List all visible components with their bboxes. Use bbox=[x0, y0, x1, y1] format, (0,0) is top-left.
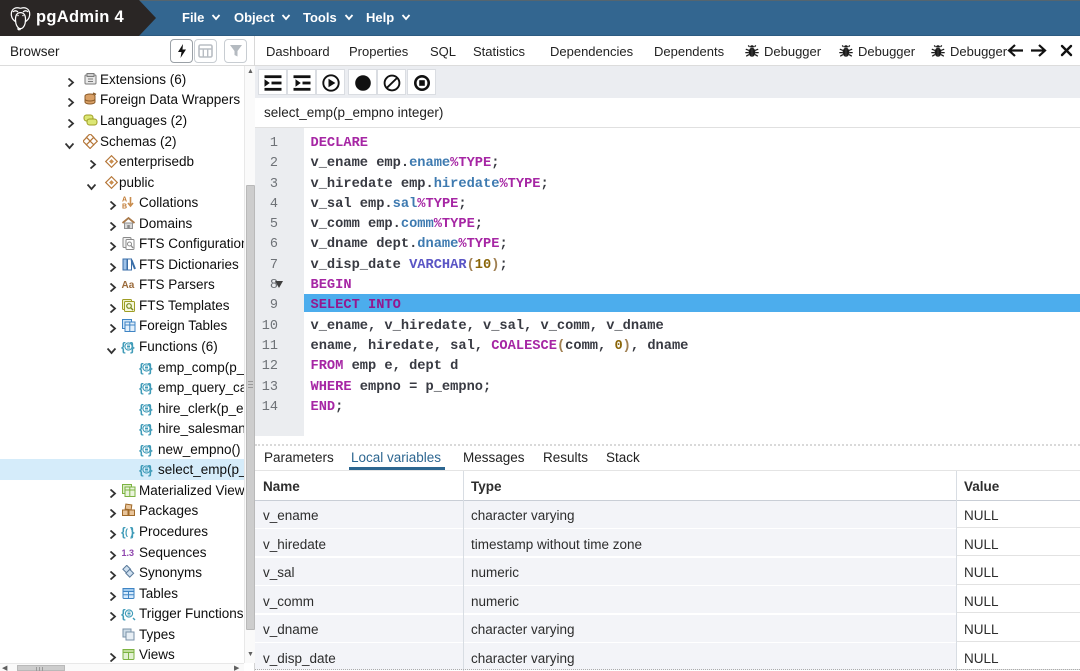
svg-text:A: A bbox=[122, 197, 127, 204]
svg-text:Aa: Aa bbox=[122, 280, 135, 291]
svg-text:( ): ( ) bbox=[125, 527, 134, 537]
svg-text:B: B bbox=[122, 204, 127, 211]
svg-text:1.3: 1.3 bbox=[122, 548, 135, 558]
